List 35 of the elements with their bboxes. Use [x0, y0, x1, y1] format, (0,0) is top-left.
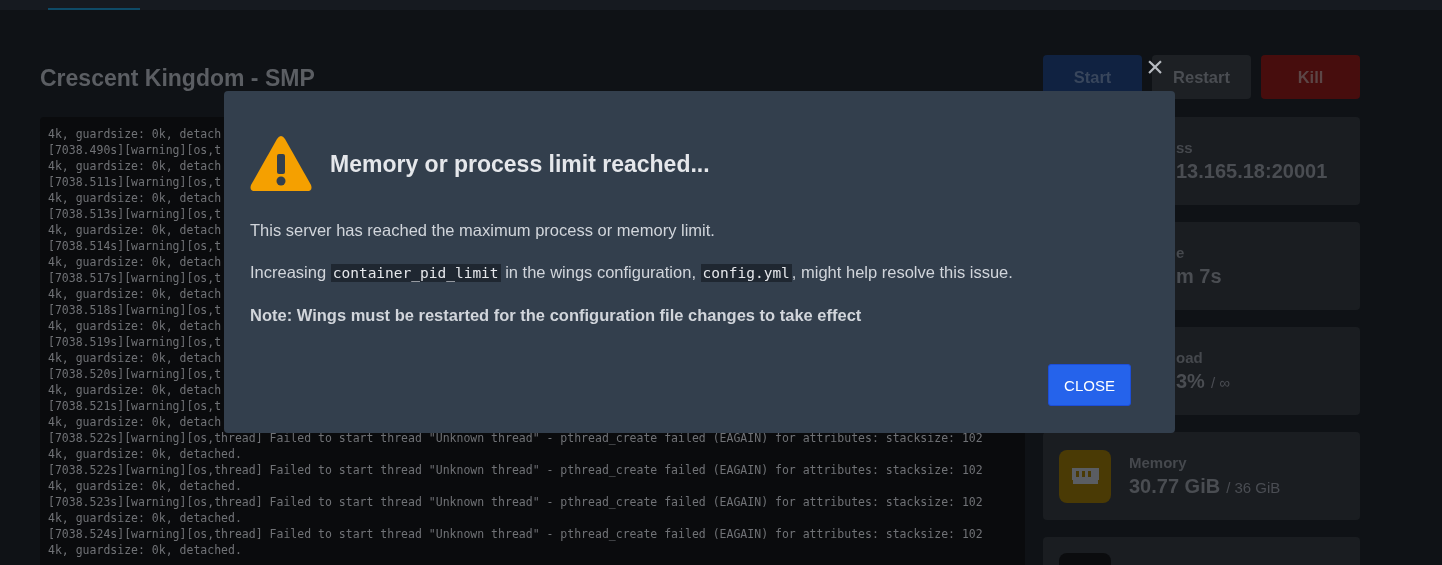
console-line: 4k, guardsize: 0k, detach: [48, 318, 222, 334]
console-line: [7038.524s][warning][os,thread] Failed to start thread "Unknown thread" - pthread_create failed (EAGAIN) for attributes: stacksize: 102: [48, 526, 983, 542]
note-text: Note: Wings must be restarted for the configuration file changes to take effect: [250, 305, 863, 326]
console-line: 4k, guardsize: 0k, detach: [48, 222, 222, 238]
console-line: 4k, guardsize: 0k, detached.: [48, 542, 242, 558]
warning-icon: [250, 136, 312, 192]
console-line: 4k, guardsize: 0k, detach: [48, 254, 222, 270]
console-line: 4k, guardsize: 0k, detached.: [48, 510, 242, 526]
console-line: [7038.521s][warning][os,t: [48, 398, 222, 414]
dialog-title: Memory or process limit reached...: [330, 150, 710, 178]
console-line: 4k, guardsize: 0k, detach: [48, 286, 222, 302]
console-line: [7038.513s][warning][os,t: [48, 206, 222, 222]
console-line: [7038.511s][warning][os,t: [48, 174, 222, 190]
console-line: [7038.517s][warning][os,t: [48, 270, 222, 286]
console-line: [7038.519s][warning][os,t: [48, 334, 222, 350]
close-button[interactable]: CLOSE: [1048, 364, 1131, 406]
console-line: [7038.514s][warning][os,t: [48, 238, 222, 254]
console-line: 4k, guardsize: 0k, detach: [48, 350, 222, 366]
server-title: Crescent Kingdom - SMP: [40, 65, 316, 93]
console-line: 4k, guardsize: 0k, detach: [48, 190, 222, 206]
dialog-text: Increasing container_pid_limit in the wings configuration, config.yml, might help resolve this issue.: [250, 262, 1014, 284]
console-line: 4k, guardsize: 0k, detach: [48, 414, 222, 430]
console-line: 4k, guardsize: 0k, detach: [48, 158, 222, 174]
console-line: [7038.490s][warning][os,t: [48, 142, 222, 158]
dialog-text: This server has reached the maximum process or memory limit.: [250, 220, 716, 241]
kill-button[interactable]: Kill: [1261, 55, 1360, 99]
console-line: 4k, guardsize: 0k, detach: [48, 126, 222, 142]
console-line: [7038.520s][warning][os,t: [48, 366, 222, 382]
console-line: 4k, guardsize: 0k, detach: [48, 382, 222, 398]
stat-limit: / ∞: [1210, 374, 1230, 391]
console-line: 4k, guardsize: 0k, detached.: [48, 478, 242, 494]
console-line: [7038.523s][warning][os,thread] Failed to start thread "Unknown thread" - pthread_create failed (EAGAIN) for attributes: stacksize: 102: [48, 494, 983, 510]
console-line: 4k, guardsize: 0k, detached.: [48, 446, 242, 462]
console-line: [7038.518s][warning][os,t: [48, 302, 222, 318]
console-line: [7038.522s][warning][os,thread] Failed to start thread "Unknown thread" - pthread_create failed (EAGAIN) for attributes: stacksize: 102: [48, 462, 983, 478]
